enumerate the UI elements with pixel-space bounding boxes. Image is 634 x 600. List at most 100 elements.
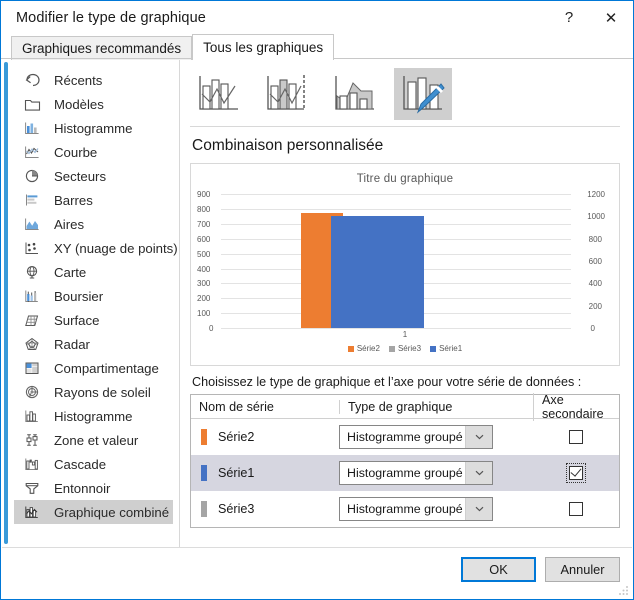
sidebar-item-radar[interactable]: Radar [14, 332, 173, 356]
sidebar-item-map[interactable]: Carte [14, 260, 173, 284]
pie-chart-icon [22, 167, 43, 185]
chart-variant-thumbnails [190, 60, 620, 126]
tab-all-charts[interactable]: Tous les graphiques [192, 34, 335, 60]
sidebar-item-label: Carte [54, 264, 87, 280]
chart-type-dropdown[interactable]: Histogramme groupé [339, 497, 493, 521]
chart-options-pane: Combinaison personnalisée Titre du graph… [180, 60, 632, 548]
sidebar-item-label: Zone et valeur [54, 432, 139, 448]
sidebar-item-waterfall[interactable]: Cascade [14, 452, 173, 476]
chart-title: Titre du graphique [356, 173, 454, 185]
secondary-axis-cell [533, 502, 619, 516]
sidebar-item-label: Secteurs [54, 168, 107, 184]
sidebar-item-area[interactable]: Aires [14, 212, 173, 236]
secondary-axis-checkbox[interactable] [569, 502, 583, 516]
resize-grip[interactable] [618, 585, 629, 596]
clustered-column-line-thumb[interactable] [190, 68, 248, 120]
legend-item-serie1: Série1 [430, 344, 462, 353]
primary-axis-tick: 400 [197, 264, 211, 274]
sidebar-item-combo[interactable]: Graphique combiné [14, 500, 173, 524]
series-color-swatch [201, 429, 207, 445]
sidebar-item-funnel[interactable]: Entonnoir [14, 476, 173, 500]
table-row[interactable]: Série1 Histogramme groupé [191, 455, 619, 491]
series-name-label: Série1 [218, 466, 255, 480]
bar-serie1 [331, 216, 424, 328]
sidebar-item-scatter[interactable]: XY (nuage de points) [14, 236, 178, 260]
sidebar-item-label: Modèles [54, 96, 104, 112]
primary-axis-tick: 700 [197, 219, 211, 229]
help-icon[interactable]: ? [549, 1, 589, 34]
column-header-secondary-axis: Axe secondaire [533, 392, 619, 421]
scatter-chart-icon [22, 239, 43, 257]
sidebar-item-bar[interactable]: Barres [14, 188, 173, 212]
table-header-row: Nom de série Type de graphique Axe secon… [191, 392, 619, 421]
sidebar-item-label: Graphique combiné [54, 504, 170, 520]
chart-type-dropdown[interactable]: Histogramme groupé [339, 425, 493, 449]
change-chart-type-dialog: Modifier le type de graphique ? ✕ Graphi… [0, 0, 634, 600]
cancel-button[interactable]: Annuler [545, 557, 620, 582]
chevron-down-icon[interactable] [465, 426, 492, 448]
secondary-axis-tick: 1200 [587, 190, 605, 199]
sidebar-item-stock[interactable]: Boursier [14, 284, 173, 308]
tab-recommended-charts[interactable]: Graphiques recommandés [11, 36, 193, 60]
primary-axis-tick: 600 [197, 234, 211, 244]
series-color-swatch [201, 465, 207, 481]
surface-chart-icon [22, 311, 43, 329]
folder-icon [22, 95, 43, 113]
map-globe-icon [22, 263, 43, 281]
sidebar-item-templates[interactable]: Modèles [14, 92, 173, 116]
series-table-instruction: Choisissez le type de graphique et l’axe… [192, 375, 582, 389]
stacked-area-clustered-column-thumb[interactable] [326, 68, 384, 120]
series-name-cell: Série2 [191, 429, 339, 445]
chart-type-dropdown[interactable]: Histogramme groupé [339, 461, 493, 485]
sidebar-item-label: Récents [54, 72, 103, 88]
tab-strip: Graphiques recommandés Tous les graphiqu… [11, 34, 633, 60]
legend-swatch [347, 345, 354, 352]
ok-button[interactable]: OK [461, 557, 536, 582]
clustered-column-line-secondary-axis-thumb[interactable] [258, 68, 316, 120]
series-color-swatch [201, 501, 207, 517]
legend-label: Série2 [356, 344, 380, 353]
chart-plot-area: 900 800 700 600 500 400 300 200 100 0 12… [191, 190, 619, 333]
sidebar-item-pie[interactable]: Secteurs [14, 164, 173, 188]
sidebar-item-label: Histogramme [54, 120, 133, 136]
sidebar-item-label: XY (nuage de points) [54, 240, 178, 256]
sunburst-chart-icon [22, 383, 43, 401]
area-chart-icon [22, 215, 43, 233]
sidebar-item-surface[interactable]: Surface [14, 308, 173, 332]
sidebar-item-label: Entonnoir [54, 480, 111, 496]
table-row[interactable]: Série3 Histogramme groupé [191, 491, 619, 527]
sidebar-item-label: Boursier [54, 288, 104, 304]
combo-chart-icon [22, 503, 43, 521]
sidebar-item-recents[interactable]: Récents [14, 68, 173, 92]
chart-type-cell: Histogramme groupé [339, 461, 533, 485]
chevron-down-icon[interactable] [465, 462, 492, 484]
sidebar-item-line[interactable]: Courbe [14, 140, 173, 164]
chevron-down-icon[interactable] [465, 498, 492, 520]
sidebar-item-label: Histogramme [54, 408, 133, 424]
gridline [221, 328, 571, 329]
secondary-axis-checkbox[interactable] [569, 430, 583, 444]
title-bar-buttons: ? ✕ [549, 1, 633, 34]
secondary-axis-checkbox[interactable] [566, 463, 586, 483]
secondary-axis-cell [533, 430, 619, 444]
sidebar-item-sunburst[interactable]: Rayons de soleil [14, 380, 173, 404]
sidebar-scrollbar[interactable] [4, 62, 8, 544]
waterfall-chart-icon [22, 455, 43, 473]
sidebar-item-column[interactable]: Histogramme [14, 116, 173, 140]
chart-type-cell: Histogramme groupé [339, 425, 533, 449]
footer-buttons: OK Annuler [461, 557, 620, 582]
custom-combination-thumb[interactable] [394, 68, 452, 120]
close-icon[interactable]: ✕ [589, 1, 633, 34]
sidebar-item-label: Aires [54, 216, 85, 232]
sidebar-item-box-whisker[interactable]: Zone et valeur [14, 428, 173, 452]
legend-item-serie3: Série3 [388, 344, 421, 353]
table-row[interactable]: Série2 Histogramme groupé [191, 419, 619, 455]
dialog-footer: OK Annuler [2, 547, 632, 598]
chart-category-sidebar[interactable]: Récents Modèles Histogramme Courbe Secte… [2, 60, 180, 548]
primary-axis-tick: 900 [197, 190, 211, 199]
title-bar: Modifier le type de graphique ? ✕ [1, 1, 633, 34]
sidebar-item-histogram[interactable]: Histogramme [14, 404, 173, 428]
sidebar-item-treemap[interactable]: Compartimentage [14, 356, 173, 380]
secondary-axis-tick: 400 [588, 279, 602, 289]
secondary-axis-tick: 600 [588, 257, 602, 266]
